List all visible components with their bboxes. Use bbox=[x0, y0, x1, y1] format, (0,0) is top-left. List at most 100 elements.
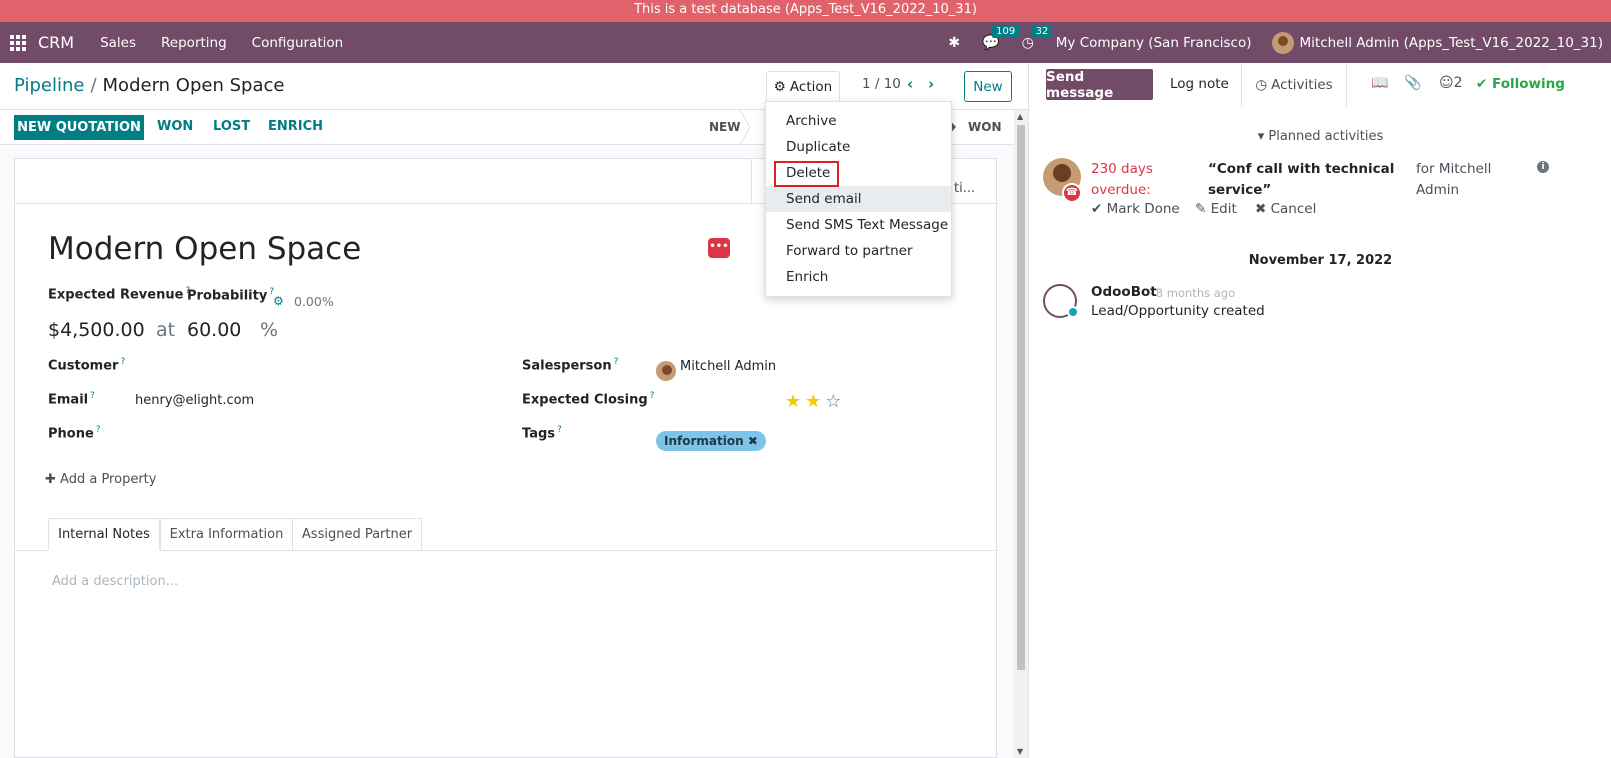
probability-label: Probability? bbox=[187, 287, 275, 304]
tab-assigned-partner[interactable]: Assigned Partner bbox=[292, 518, 422, 551]
info-icon[interactable]: i bbox=[1537, 161, 1549, 173]
expected-revenue-field[interactable]: $4,500.00 bbox=[48, 319, 145, 341]
activities-button[interactable]: ◷ Activities bbox=[1241, 63, 1347, 107]
user-icon: ☺ bbox=[1439, 75, 1454, 91]
probability-gear-icon[interactable]: ⚙ bbox=[273, 294, 284, 308]
expected-closing-label: Expected Closing? bbox=[522, 391, 655, 408]
action-button[interactable]: ⚙ Action bbox=[766, 71, 840, 102]
form-scrollbar[interactable]: ▲ ▼ bbox=[1014, 110, 1028, 758]
phone-label: Phone? bbox=[48, 425, 101, 442]
salesperson-avatar bbox=[656, 361, 676, 381]
activity-assignee: for Mitchell Admin bbox=[1416, 161, 1492, 198]
action-label: Action bbox=[789, 79, 833, 95]
breadcrumb-current: Modern Open Space bbox=[102, 75, 285, 96]
top-navbar: CRM Sales Reporting Configuration ✱ 💬 109… bbox=[0, 22, 1611, 63]
menu-configuration[interactable]: Configuration bbox=[252, 35, 344, 51]
menu-item-archive[interactable]: Archive bbox=[766, 108, 951, 134]
new-button[interactable]: New bbox=[964, 71, 1012, 102]
whatsapp-chat-icon[interactable]: ••• bbox=[708, 238, 730, 258]
customer-label: Customer? bbox=[48, 357, 126, 374]
tag-badge[interactable]: Information ✖ bbox=[656, 431, 766, 451]
cancel-activity-button[interactable]: ✖ Cancel bbox=[1255, 201, 1316, 217]
scroll-thumb[interactable] bbox=[1017, 125, 1025, 670]
check-icon: ✔ bbox=[1476, 76, 1488, 92]
menu-item-send-email[interactable]: Send email bbox=[766, 186, 951, 212]
add-property-button[interactable]: ✚ Add a Property bbox=[45, 472, 156, 487]
activity-summary: “Conf call with technical service” bbox=[1208, 161, 1395, 198]
followers-button[interactable]: ☺2 bbox=[1439, 75, 1463, 91]
breadcrumb-pipeline[interactable]: Pipeline bbox=[14, 75, 84, 96]
user-name: Mitchell Admin (Apps_Test_V16_2022_10_31… bbox=[1299, 34, 1604, 51]
won-button[interactable]: WON bbox=[157, 119, 193, 134]
record-title[interactable]: Modern Open Space bbox=[48, 231, 361, 267]
tag-remove-icon[interactable]: ✖ bbox=[748, 434, 758, 448]
menu-item-duplicate[interactable]: Duplicate bbox=[766, 134, 951, 160]
breadcrumb: Pipeline / Modern Open Space bbox=[14, 75, 284, 96]
action-dropdown-menu: Archive Duplicate Delete Send email Send… bbox=[765, 101, 952, 297]
chatter-panel: Send message Log note ◷ Activities 📖 📎 ☺… bbox=[1028, 63, 1611, 758]
activities-badge: 32 bbox=[1031, 24, 1053, 38]
enrich-button[interactable]: ENRICH bbox=[268, 119, 323, 134]
priority-stars[interactable]: ★★☆ bbox=[785, 391, 845, 412]
expected-revenue-label: Expected Revenue? bbox=[48, 286, 191, 303]
new-quotation-button[interactable]: NEW QUOTATION bbox=[14, 115, 144, 140]
book-icon[interactable]: 📖 bbox=[1371, 75, 1388, 91]
debug-bug-icon[interactable]: ✱ bbox=[948, 35, 960, 51]
user-avatar bbox=[1271, 31, 1294, 54]
probability-field[interactable]: 60.00 bbox=[187, 319, 241, 341]
stage-arrow-icon bbox=[739, 110, 751, 145]
tab-internal-notes[interactable]: Internal Notes bbox=[48, 518, 160, 551]
notebook-tabs: Internal Notes Extra Information Assigne… bbox=[15, 518, 996, 551]
pager-value[interactable]: 1 / 10 bbox=[862, 76, 901, 92]
log-note-button[interactable]: Log note bbox=[1170, 76, 1229, 92]
app-menu-icon[interactable] bbox=[0, 34, 36, 51]
scroll-up-icon[interactable]: ▲ bbox=[1017, 112, 1023, 121]
close-icon: ✖ bbox=[1255, 201, 1267, 217]
lost-button[interactable]: LOST bbox=[213, 119, 250, 134]
stage-won[interactable]: WON bbox=[968, 120, 1001, 134]
app-name[interactable]: CRM bbox=[38, 33, 74, 52]
plus-icon: ✚ bbox=[45, 472, 56, 487]
chevron-left-icon[interactable]: ‹ bbox=[907, 75, 913, 93]
tab-extra-information[interactable]: Extra Information bbox=[160, 518, 293, 551]
message-author[interactable]: OdooBot bbox=[1091, 284, 1157, 300]
heart-icon bbox=[1067, 306, 1079, 318]
user-menu[interactable]: Mitchell Admin (Apps_Test_V16_2022_10_31… bbox=[1271, 31, 1604, 54]
following-button[interactable]: ✔ Following bbox=[1476, 76, 1565, 92]
percent-label: % bbox=[260, 319, 279, 341]
salesperson-label: Salesperson? bbox=[522, 357, 619, 374]
tag-label: Information bbox=[664, 434, 744, 448]
caret-down-icon: ▾ bbox=[1257, 129, 1265, 144]
date-separator: November 17, 2022 bbox=[1248, 253, 1393, 268]
activities-clock-icon[interactable]: ◷ 32 bbox=[1022, 24, 1053, 51]
messages-icon[interactable]: 💬 109 bbox=[982, 24, 1020, 51]
send-message-button[interactable]: Send message bbox=[1046, 69, 1153, 101]
menu-item-forward-to-partner[interactable]: Forward to partner bbox=[766, 238, 951, 264]
menu-sales[interactable]: Sales bbox=[100, 35, 136, 51]
pencil-icon: ✎ bbox=[1195, 201, 1207, 217]
mark-done-button[interactable]: ✔ Mark Done bbox=[1091, 201, 1180, 217]
salesperson-field[interactable]: Mitchell Admin bbox=[680, 359, 776, 374]
chevron-right-icon[interactable]: › bbox=[928, 75, 934, 93]
email-field[interactable]: henry@elight.com bbox=[135, 393, 254, 408]
edit-activity-button[interactable]: ✎ Edit bbox=[1195, 201, 1237, 217]
activity-overdue: 230 days overdue: bbox=[1091, 161, 1153, 198]
test-database-banner: This is a test database (Apps_Test_V16_2… bbox=[0, 0, 1611, 22]
stage-new[interactable]: NEW bbox=[709, 120, 740, 134]
at-label: at bbox=[156, 319, 176, 341]
description-field[interactable]: Add a description... bbox=[52, 574, 178, 589]
scroll-down-icon[interactable]: ▼ bbox=[1017, 747, 1023, 756]
email-label: Email? bbox=[48, 391, 95, 408]
planned-activities-toggle[interactable]: ▾ Planned activities bbox=[1029, 129, 1611, 144]
menu-item-enrich[interactable]: Enrich bbox=[766, 264, 951, 290]
gear-icon: ⚙ bbox=[773, 79, 786, 95]
company-switcher[interactable]: My Company (San Francisco) bbox=[1056, 35, 1252, 51]
star-filled-icon[interactable]: ★ bbox=[805, 391, 825, 412]
menu-item-send-sms[interactable]: Send SMS Text Message bbox=[766, 212, 951, 238]
menu-reporting[interactable]: Reporting bbox=[161, 35, 227, 51]
paperclip-icon[interactable]: 📎 bbox=[1404, 75, 1421, 91]
chatter-topbar: Send message Log note ◷ Activities 📖 📎 ☺… bbox=[1029, 63, 1611, 107]
star-filled-icon[interactable]: ★ bbox=[785, 391, 805, 412]
phone-icon: ☎ bbox=[1062, 183, 1082, 203]
star-empty-icon[interactable]: ☆ bbox=[825, 391, 845, 412]
